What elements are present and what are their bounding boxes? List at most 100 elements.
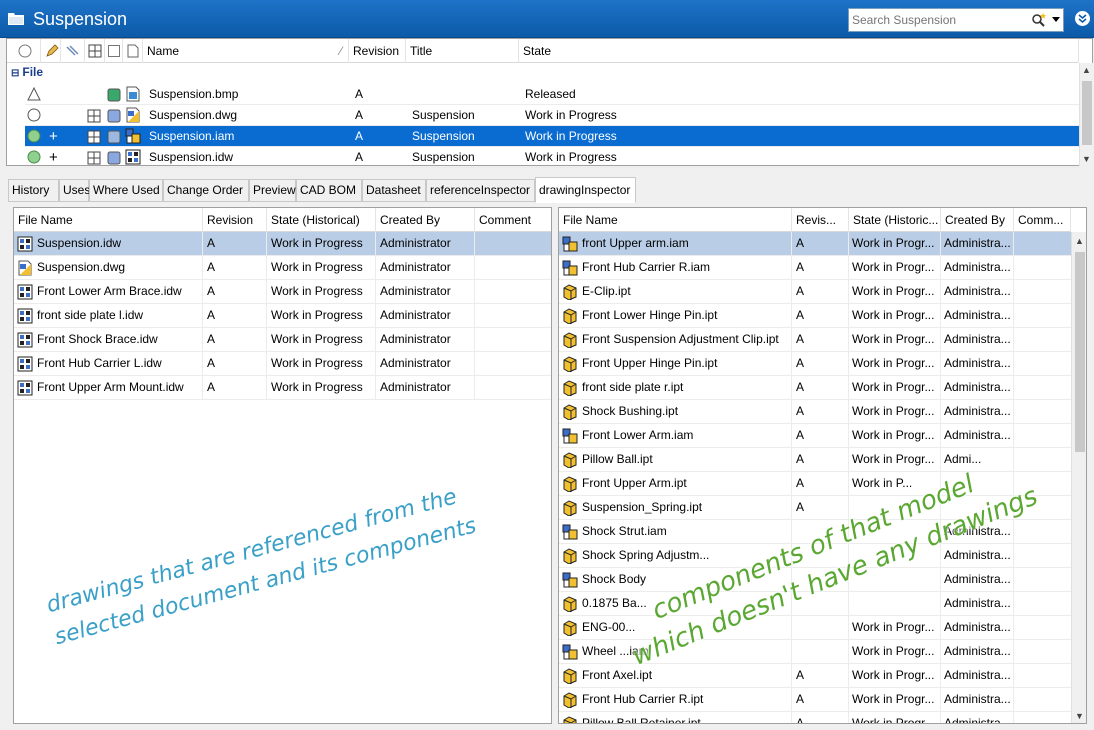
status-triangle-icon <box>27 86 41 101</box>
file-name: Suspension.iam <box>149 129 235 143</box>
filetype-column-header[interactable] <box>123 39 143 63</box>
tab-datasheet[interactable]: Datasheet <box>362 179 426 202</box>
component-row[interactable]: ENG-00... Work in Progr... Administra... <box>559 616 1071 640</box>
grid-column-header[interactable] <box>85 39 105 63</box>
component-row[interactable]: Shock Bushing.ipt A Work in Progr... Admini… <box>559 400 1071 424</box>
expand-icon[interactable]: + <box>49 126 63 147</box>
group-header-file[interactable]: ⊟ File <box>11 65 43 79</box>
checkbox-column-header[interactable] <box>105 39 123 63</box>
components-scrollbar[interactable]: ▲ ▼ <box>1071 232 1086 723</box>
component-row[interactable]: front side plate r.ipt A Work in Progr... A… <box>559 376 1071 400</box>
file-row[interactable]: Suspension.dwg A Suspension Work in Progres… <box>25 105 1079 126</box>
file-list-scrollbar[interactable]: ▲ ▼ <box>1079 63 1093 166</box>
file-row[interactable]: + Suspension.iam A Suspension Work in Progre… <box>25 126 1079 147</box>
component-row[interactable]: Front Lower Arm.iam A Work in Progr... Admi… <box>559 424 1071 448</box>
revision <box>792 616 849 640</box>
file-list-header: Name ⁄ Revision Title State <box>7 39 1079 63</box>
search-options-dropdown-icon[interactable] <box>1052 17 1060 22</box>
column-header-revision[interactable]: Revis... <box>792 208 849 232</box>
search-box[interactable] <box>848 8 1064 32</box>
component-row[interactable]: Pillow Ball Retainer.ipt A Work in Progr..… <box>559 712 1071 723</box>
column-header-comment[interactable]: Comment <box>475 208 551 232</box>
tab-cad-bom[interactable]: CAD BOM <box>296 179 362 202</box>
component-row[interactable]: Front Upper Hinge Pin.ipt A Work in Progr.… <box>559 352 1071 376</box>
component-row[interactable]: Front Hub Carrier R.ipt A Work in Progr...… <box>559 688 1071 712</box>
scroll-down-icon[interactable]: ▼ <box>1080 154 1093 164</box>
component-row[interactable]: Front Suspension Adjustment Clip.ipt A Wor… <box>559 328 1071 352</box>
revision <box>792 544 849 568</box>
tab-uses[interactable]: Uses <box>59 179 90 202</box>
component-row[interactable]: E-Clip.ipt A Work in Progr... Administra... <box>559 280 1071 304</box>
created-by: Administra... <box>941 664 1014 688</box>
drawing-row[interactable]: Suspension.dwg A Work in Progress Administr… <box>14 256 551 280</box>
revision: A <box>792 352 849 376</box>
tab-preview[interactable]: Preview <box>249 179 296 202</box>
column-header-state[interactable]: State (Historic... <box>849 208 941 232</box>
scrollbar-thumb[interactable] <box>1075 252 1085 452</box>
expand-icon[interactable]: + <box>49 147 63 168</box>
collapse-group-icon[interactable]: ⊟ <box>11 68 19 79</box>
component-row[interactable]: Front Axel.ipt A Work in Progr... Administr… <box>559 664 1071 688</box>
column-header-comment[interactable]: Comm... <box>1014 208 1071 232</box>
tab-where-used[interactable]: Where Used <box>89 179 163 202</box>
revision: A <box>203 376 267 400</box>
component-row[interactable]: Suspension_Spring.ipt A <box>559 496 1071 520</box>
search-icon[interactable] <box>1031 12 1047 28</box>
column-header-title[interactable]: Title <box>406 39 519 63</box>
collapse-button[interactable] <box>1075 11 1090 26</box>
drawing-row[interactable]: Suspension.idw A Work in Progress Administr… <box>14 232 551 256</box>
file-name: Front Upper Arm.ipt <box>582 476 687 490</box>
column-header-file-name[interactable]: File Name <box>559 208 792 232</box>
drawing-row[interactable]: Front Lower Arm Brace.idw A Work in Progre… <box>14 280 551 304</box>
component-row[interactable]: Shock Body Administra... <box>559 568 1071 592</box>
created-by <box>941 496 1014 520</box>
column-header-state[interactable]: State <box>519 39 1079 63</box>
search-input[interactable] <box>849 9 1027 31</box>
component-row[interactable]: Front Upper Arm.ipt A Work in P... <box>559 472 1071 496</box>
file-title: Suspension <box>412 108 475 122</box>
state: Work in Progress <box>267 232 376 256</box>
revision <box>792 568 849 592</box>
drawing-row[interactable]: Front Upper Arm Mount.idw A Work in Progre… <box>14 376 551 400</box>
drawing-row[interactable]: Front Shock Brace.idw A Work in Progress Ad… <box>14 328 551 352</box>
status-column-header[interactable] <box>7 39 41 63</box>
attachment-column-header[interactable] <box>61 39 85 63</box>
file-name: Front Hub Carrier R.ipt <box>582 692 704 706</box>
drawing-row[interactable]: front side plate l.idw A Work in Progress A… <box>14 304 551 328</box>
column-header-created-by[interactable]: Created By <box>376 208 475 232</box>
assembly-file-icon <box>562 572 578 588</box>
edit-column-header[interactable] <box>41 39 61 63</box>
component-row[interactable]: front Upper arm.iam A Work in Progr... Admi… <box>559 232 1071 256</box>
status-circle-icon <box>27 108 41 122</box>
column-header-name[interactable]: Name ⁄ <box>143 39 349 63</box>
created-by: Administrator <box>376 256 475 280</box>
scroll-down-icon[interactable]: ▼ <box>1072 711 1086 721</box>
component-row[interactable]: Front Lower Hinge Pin.ipt A Work in Progr.… <box>559 304 1071 328</box>
column-header-file-name[interactable]: File Name <box>14 208 203 232</box>
file-row[interactable]: Suspension.bmp A Released <box>25 84 1079 105</box>
tab-change-order[interactable]: Change Order <box>163 179 249 202</box>
file-row[interactable]: + Suspension.idw A Suspension Work in Progre… <box>25 147 1079 168</box>
component-row[interactable]: Pillow Ball.ipt A Work in Progr... Admi... <box>559 448 1071 472</box>
state: Work in Progr... <box>849 352 941 376</box>
revision: A <box>792 280 849 304</box>
component-row[interactable]: 0.1875 Ba... Administra... <box>559 592 1071 616</box>
assembly-file-icon <box>562 428 578 444</box>
tab-referenceinspector[interactable]: referenceInspector <box>426 179 535 202</box>
column-header-created-by[interactable]: Created By <box>941 208 1014 232</box>
component-row[interactable]: Shock Spring Adjustm... Administra... <box>559 544 1071 568</box>
drawing-row[interactable]: Front Hub Carrier L.idw A Work in Progress… <box>14 352 551 376</box>
created-by: Administrator <box>376 376 475 400</box>
column-header-state[interactable]: State (Historical) <box>267 208 376 232</box>
component-row[interactable]: Shock Strut.iam Administra... <box>559 520 1071 544</box>
component-row[interactable]: Wheel ...iam Work in Progr... Administra..… <box>559 640 1071 664</box>
scrollbar-thumb[interactable] <box>1082 81 1092 145</box>
scroll-up-icon[interactable]: ▲ <box>1072 236 1086 246</box>
file-name: Suspension.dwg <box>149 108 238 122</box>
column-header-revision[interactable]: Revision <box>349 39 406 63</box>
column-header-revision[interactable]: Revision <box>203 208 267 232</box>
component-row[interactable]: Front Hub Carrier R.iam A Work in Progr...… <box>559 256 1071 280</box>
scroll-up-icon[interactable]: ▲ <box>1080 65 1093 75</box>
tab-drawinginspector[interactable]: drawingInspector <box>535 177 636 203</box>
tab-history[interactable]: History <box>8 179 59 202</box>
